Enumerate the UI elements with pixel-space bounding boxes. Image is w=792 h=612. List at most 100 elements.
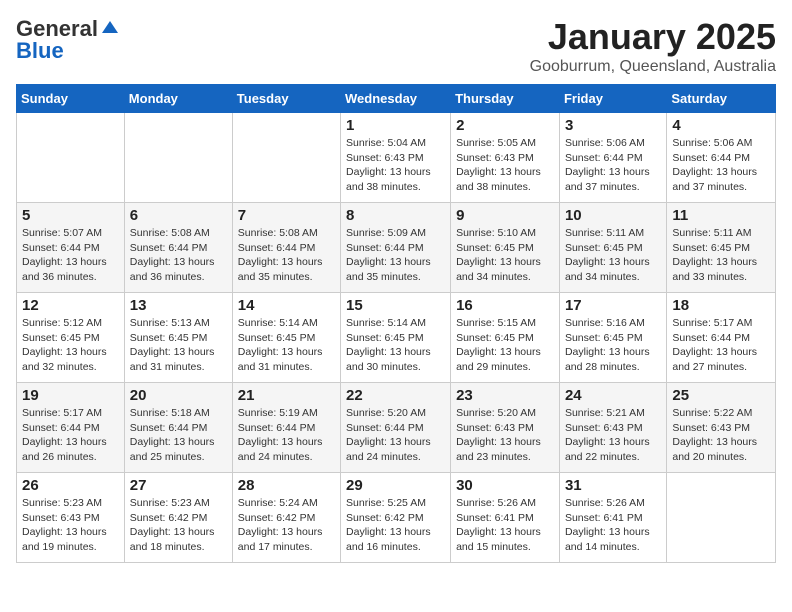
- day-cell: 30 Sunrise: 5:26 AM Sunset: 6:41 PM Dayli…: [451, 473, 560, 563]
- day-number: 14: [238, 297, 335, 314]
- weekday-header-monday: Monday: [124, 85, 232, 113]
- day-info: Sunrise: 5:17 AM Sunset: 6:44 PM Dayligh…: [22, 406, 119, 465]
- day-info: Sunrise: 5:14 AM Sunset: 6:45 PM Dayligh…: [238, 316, 335, 375]
- day-number: 7: [238, 207, 335, 224]
- weekday-header-saturday: Saturday: [667, 85, 776, 113]
- day-cell: [232, 113, 340, 203]
- day-cell: 5Sunrise: 5:07 AM Sunset: 6:44 PM Daylig…: [17, 203, 125, 293]
- day-cell: 3 Sunrise: 5:06 AM Sunset: 6:44 PM Daylig…: [559, 113, 666, 203]
- day-cell: 24 Sunrise: 5:21 AM Sunset: 6:43 PM Dayli…: [559, 383, 666, 473]
- day-cell: 23 Sunrise: 5:20 AM Sunset: 6:43 PM Dayli…: [451, 383, 560, 473]
- day-cell: 28 Sunrise: 5:24 AM Sunset: 6:42 PM Dayli…: [232, 473, 340, 563]
- day-info: Sunrise: 5:20 AM Sunset: 6:44 PM Dayligh…: [346, 406, 445, 465]
- week-row-1: 1 Sunrise: 5:04 AM Sunset: 6:43 PM Daylig…: [17, 113, 776, 203]
- day-cell: 9Sunrise: 5:10 AM Sunset: 6:45 PM Daylig…: [451, 203, 560, 293]
- day-cell: 27Sunrise: 5:23 AM Sunset: 6:42 PM Dayli…: [124, 473, 232, 563]
- day-cell: 21Sunrise: 5:19 AM Sunset: 6:44 PM Dayli…: [232, 383, 340, 473]
- day-number: 31: [565, 477, 661, 494]
- day-cell: 7 Sunrise: 5:08 AM Sunset: 6:44 PM Daylig…: [232, 203, 340, 293]
- day-cell: 18 Sunrise: 5:17 AM Sunset: 6:44 PM Dayli…: [667, 293, 776, 383]
- day-cell: 16 Sunrise: 5:15 AM Sunset: 6:45 PM Dayli…: [451, 293, 560, 383]
- week-row-3: 12Sunrise: 5:12 AM Sunset: 6:45 PM Dayli…: [17, 293, 776, 383]
- day-info: Sunrise: 5:06 AM Sunset: 6:44 PM Dayligh…: [672, 136, 770, 195]
- day-info: Sunrise: 5:05 AM Sunset: 6:43 PM Dayligh…: [456, 136, 554, 195]
- day-cell: 31 Sunrise: 5:26 AM Sunset: 6:41 PM Dayli…: [559, 473, 666, 563]
- day-cell: [667, 473, 776, 563]
- day-info: Sunrise: 5:16 AM Sunset: 6:45 PM Dayligh…: [565, 316, 661, 375]
- day-number: 3: [565, 117, 661, 134]
- day-info: Sunrise: 5:21 AM Sunset: 6:43 PM Dayligh…: [565, 406, 661, 465]
- day-number: 1: [346, 117, 445, 134]
- day-cell: 29 Sunrise: 5:25 AM Sunset: 6:42 PM Dayli…: [341, 473, 451, 563]
- day-info: Sunrise: 5:11 AM Sunset: 6:45 PM Dayligh…: [672, 226, 770, 285]
- day-cell: 10Sunrise: 5:11 AM Sunset: 6:45 PM Dayli…: [559, 203, 666, 293]
- day-number: 16: [456, 297, 554, 314]
- day-number: 27: [130, 477, 227, 494]
- day-number: 4: [672, 117, 770, 134]
- day-info: Sunrise: 5:10 AM Sunset: 6:45 PM Dayligh…: [456, 226, 554, 285]
- day-cell: [124, 113, 232, 203]
- day-cell: 12Sunrise: 5:12 AM Sunset: 6:45 PM Dayli…: [17, 293, 125, 383]
- weekday-header-friday: Friday: [559, 85, 666, 113]
- day-info: Sunrise: 5:08 AM Sunset: 6:44 PM Dayligh…: [238, 226, 335, 285]
- day-cell: 26 Sunrise: 5:23 AM Sunset: 6:43 PM Dayli…: [17, 473, 125, 563]
- day-number: 25: [672, 387, 770, 404]
- day-cell: 20 Sunrise: 5:18 AM Sunset: 6:44 PM Dayli…: [124, 383, 232, 473]
- day-info: Sunrise: 5:18 AM Sunset: 6:44 PM Dayligh…: [130, 406, 227, 465]
- day-number: 21: [238, 387, 335, 404]
- day-number: 13: [130, 297, 227, 314]
- day-cell: 11Sunrise: 5:11 AM Sunset: 6:45 PM Dayli…: [667, 203, 776, 293]
- day-info: Sunrise: 5:25 AM Sunset: 6:42 PM Dayligh…: [346, 496, 445, 555]
- day-info: Sunrise: 5:20 AM Sunset: 6:43 PM Dayligh…: [456, 406, 554, 465]
- day-cell: 25 Sunrise: 5:22 AM Sunset: 6:43 PM Dayli…: [667, 383, 776, 473]
- day-number: 28: [238, 477, 335, 494]
- day-info: Sunrise: 5:23 AM Sunset: 6:43 PM Dayligh…: [22, 496, 119, 555]
- day-cell: 4 Sunrise: 5:06 AM Sunset: 6:44 PM Daylig…: [667, 113, 776, 203]
- day-number: 18: [672, 297, 770, 314]
- day-cell: 22Sunrise: 5:20 AM Sunset: 6:44 PM Dayli…: [341, 383, 451, 473]
- day-info: Sunrise: 5:24 AM Sunset: 6:42 PM Dayligh…: [238, 496, 335, 555]
- day-info: Sunrise: 5:26 AM Sunset: 6:41 PM Dayligh…: [456, 496, 554, 555]
- day-number: 8: [346, 207, 445, 224]
- day-info: Sunrise: 5:11 AM Sunset: 6:45 PM Dayligh…: [565, 226, 661, 285]
- day-info: Sunrise: 5:08 AM Sunset: 6:44 PM Dayligh…: [130, 226, 227, 285]
- day-info: Sunrise: 5:12 AM Sunset: 6:45 PM Dayligh…: [22, 316, 119, 375]
- day-number: 15: [346, 297, 445, 314]
- day-info: Sunrise: 5:26 AM Sunset: 6:41 PM Dayligh…: [565, 496, 661, 555]
- day-info: Sunrise: 5:06 AM Sunset: 6:44 PM Dayligh…: [565, 136, 661, 195]
- day-info: Sunrise: 5:14 AM Sunset: 6:45 PM Dayligh…: [346, 316, 445, 375]
- logo-blue-text: Blue: [16, 38, 64, 64]
- day-cell: 14 Sunrise: 5:14 AM Sunset: 6:45 PM Dayli…: [232, 293, 340, 383]
- weekday-header-tuesday: Tuesday: [232, 85, 340, 113]
- weekday-header-row: SundayMondayTuesdayWednesdayThursdayFrid…: [17, 85, 776, 113]
- day-number: 26: [22, 477, 119, 494]
- day-info: Sunrise: 5:13 AM Sunset: 6:45 PM Dayligh…: [130, 316, 227, 375]
- logo-icon: [100, 19, 120, 39]
- day-cell: 17Sunrise: 5:16 AM Sunset: 6:45 PM Dayli…: [559, 293, 666, 383]
- day-cell: 1 Sunrise: 5:04 AM Sunset: 6:43 PM Daylig…: [341, 113, 451, 203]
- day-cell: [17, 113, 125, 203]
- day-cell: 13 Sunrise: 5:13 AM Sunset: 6:45 PM Dayli…: [124, 293, 232, 383]
- day-number: 24: [565, 387, 661, 404]
- title-area: January 2025 Gooburrum, Queensland, Aust…: [530, 16, 776, 76]
- day-info: Sunrise: 5:22 AM Sunset: 6:43 PM Dayligh…: [672, 406, 770, 465]
- weekday-header-thursday: Thursday: [451, 85, 560, 113]
- day-number: 2: [456, 117, 554, 134]
- calendar-table: SundayMondayTuesdayWednesdayThursdayFrid…: [16, 84, 776, 563]
- day-cell: 19 Sunrise: 5:17 AM Sunset: 6:44 PM Dayli…: [17, 383, 125, 473]
- logo: General Blue: [16, 16, 122, 64]
- day-number: 29: [346, 477, 445, 494]
- day-number: 23: [456, 387, 554, 404]
- day-cell: 8Sunrise: 5:09 AM Sunset: 6:44 PM Daylig…: [341, 203, 451, 293]
- day-number: 6: [130, 207, 227, 224]
- week-row-4: 19 Sunrise: 5:17 AM Sunset: 6:44 PM Dayli…: [17, 383, 776, 473]
- day-number: 5: [22, 207, 119, 224]
- day-number: 20: [130, 387, 227, 404]
- day-info: Sunrise: 5:15 AM Sunset: 6:45 PM Dayligh…: [456, 316, 554, 375]
- day-number: 30: [456, 477, 554, 494]
- day-info: Sunrise: 5:17 AM Sunset: 6:44 PM Dayligh…: [672, 316, 770, 375]
- weekday-header-wednesday: Wednesday: [341, 85, 451, 113]
- day-cell: 15 Sunrise: 5:14 AM Sunset: 6:45 PM Dayli…: [341, 293, 451, 383]
- day-info: Sunrise: 5:04 AM Sunset: 6:43 PM Dayligh…: [346, 136, 445, 195]
- day-number: 19: [22, 387, 119, 404]
